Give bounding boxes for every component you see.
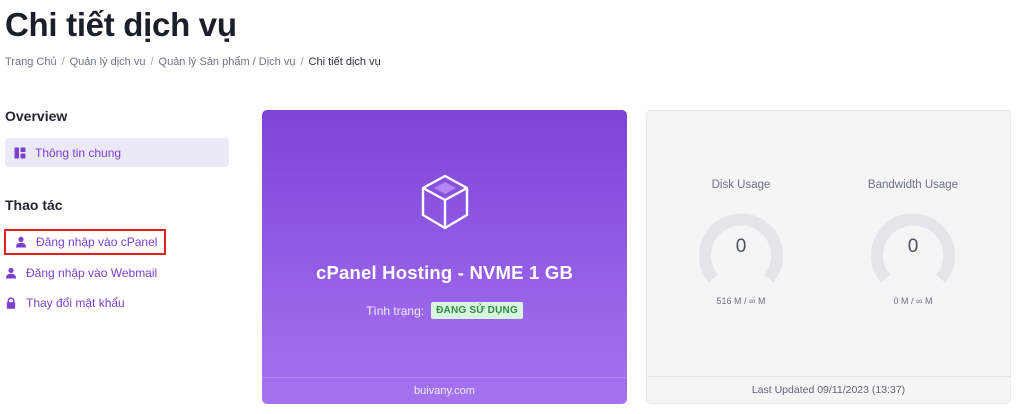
breadcrumb-current: Chi tiết dịch vụ (308, 56, 381, 68)
overview-heading: Overview (5, 108, 68, 124)
disk-usage: Disk Usage 0 516 M / ∞ M (661, 179, 821, 306)
product-name: cPanel Hosting - NVME 1 GB (315, 262, 574, 283)
action-item-label: Đăng nhập vào cPanel (36, 235, 158, 249)
bandwidth-usage-title: Bandwidth Usage (867, 179, 959, 191)
breadcrumb: Trang Chủ / Quản lý dịch vụ / Quản lý Sả… (5, 56, 381, 68)
user-icon (15, 236, 27, 248)
breadcrumb-separator: / (150, 56, 154, 68)
actions-heading: Thao tác (5, 197, 63, 213)
login-webmail-link[interactable]: Đăng nhập vào Webmail (0, 261, 235, 285)
sidebar-item-label: Thông tin chung (35, 145, 122, 160)
page-title: Chi tiết dịch vụ (5, 6, 237, 43)
disk-usage-detail: 516 M / ∞ M (716, 296, 766, 306)
sidebar-item-general-info[interactable]: Thông tin chung (5, 138, 229, 167)
user-icon (5, 267, 17, 279)
bandwidth-usage-gauge: 0 (870, 208, 956, 294)
status-row: Tình trạng: ĐANG SỬ DỤNG (262, 302, 627, 319)
last-updated: Last Updated 09/11/2023 (13:37) (647, 376, 1010, 403)
cube-icon (419, 173, 471, 231)
domain-footer: buivany.com (262, 377, 627, 404)
sidebar: Overview Thông tin chung Thao tác Đăng n… (0, 108, 235, 321)
disk-usage-title: Disk Usage (711, 179, 771, 191)
bandwidth-usage: Bandwidth Usage 0 0 M / ∞ M (833, 179, 993, 306)
breadcrumb-separator: / (61, 56, 65, 68)
action-item-label: Đăng nhập vào Webmail (26, 266, 158, 280)
action-list: Đăng nhập vào cPanel Đăng nhập vào Webma… (0, 229, 235, 315)
breadcrumb-products-services[interactable]: Quản lý Sản phẩm / Dịch vụ (159, 56, 296, 68)
action-item-label: Thay đổi mật khẩu (26, 296, 125, 310)
bandwidth-usage-value: 0 (907, 236, 919, 257)
lock-icon (5, 297, 17, 309)
breadcrumb-home[interactable]: Trang Chủ (5, 56, 57, 68)
disk-usage-gauge: 0 (698, 208, 784, 294)
status-badge: ĐANG SỬ DỤNG (431, 302, 523, 319)
usage-card: Disk Usage 0 516 M / ∞ M Bandwidth Usage… (646, 110, 1011, 404)
change-password-link[interactable]: Thay đổi mật khẩu (0, 291, 235, 315)
breadcrumb-separator: / (300, 56, 304, 68)
login-cpanel-link[interactable]: Đăng nhập vào cPanel (4, 229, 166, 255)
dashboard-icon (14, 147, 26, 159)
disk-usage-value: 0 (735, 236, 747, 257)
bandwidth-usage-detail: 0 M / ∞ M (893, 296, 933, 306)
breadcrumb-service-management[interactable]: Quản lý dịch vụ (70, 56, 146, 68)
product-card: cPanel Hosting - NVME 1 GB Tình trạng: Đ… (262, 110, 627, 404)
status-label: Tình trạng: (366, 303, 425, 318)
